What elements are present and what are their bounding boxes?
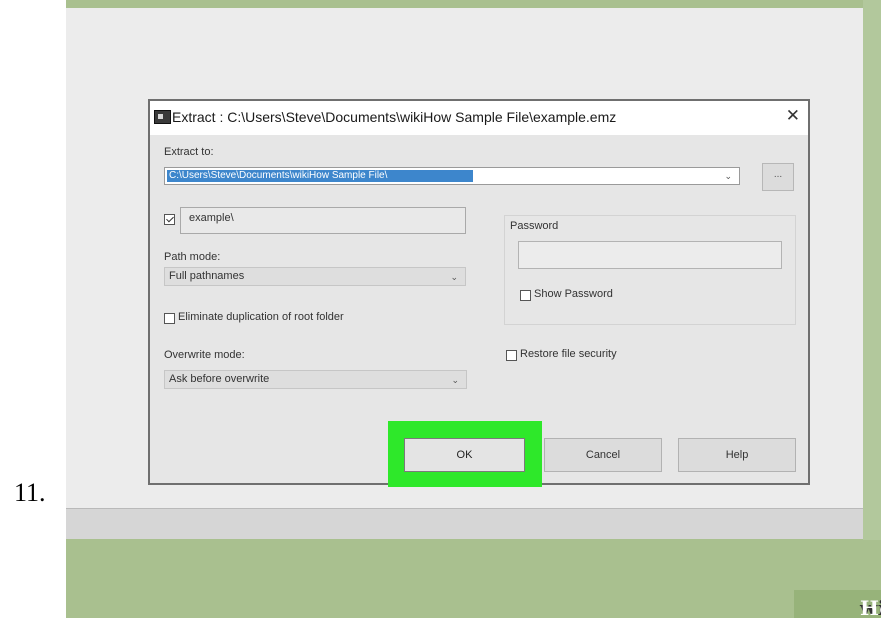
show-password-label[interactable]: Show Password [534, 288, 613, 300]
watermark-how: How [860, 596, 881, 618]
cancel-button[interactable]: Cancel [544, 438, 662, 472]
eliminate-duplication-checkbox[interactable] [164, 313, 175, 324]
path-mode-value: Full pathnames [169, 270, 245, 282]
folder-name-value: example\ [189, 212, 234, 224]
password-label: Password [510, 220, 559, 232]
help-button[interactable]: Help [678, 438, 796, 472]
wikihow-watermark: wikiHow [794, 590, 881, 618]
dialog-titlebar[interactable]: Extract : C:\Users\Steve\Documents\wikiH… [150, 101, 808, 135]
restore-security-label[interactable]: Restore file security [520, 348, 617, 360]
parent-window-edge [863, 0, 881, 540]
restore-security-checkbox[interactable] [506, 350, 517, 361]
overwrite-mode-label: Overwrite mode: [164, 349, 245, 361]
app-icon [154, 110, 171, 124]
close-icon[interactable]: ✕ [786, 106, 800, 126]
extract-to-label: Extract to: [164, 146, 214, 158]
eliminate-duplication-label[interactable]: Eliminate duplication of root folder [178, 311, 344, 323]
parent-window-statusbar [66, 508, 863, 539]
password-field[interactable] [518, 241, 782, 269]
step-number: 11. [14, 478, 46, 507]
overwrite-mode-value: Ask before overwrite [169, 373, 270, 385]
browse-button[interactable]: ... [762, 163, 794, 191]
chevron-down-icon: ⌄ [450, 272, 458, 282]
path-mode-label: Path mode: [164, 251, 221, 263]
overwrite-mode-select[interactable]: Ask before overwrite ⌄ [164, 370, 467, 389]
screen-background: Extract : C:\Users\Steve\Documents\wikiH… [66, 0, 881, 618]
folder-name-checkbox[interactable] [164, 214, 175, 225]
chevron-down-icon[interactable]: ⌄ [724, 171, 732, 182]
chevron-down-icon: ⌄ [451, 375, 459, 385]
dialog-title: Extract : C:\Users\Steve\Documents\wikiH… [172, 109, 617, 125]
extract-to-value: C:\Users\Steve\Documents\wikiHow Sample … [167, 170, 473, 182]
extract-to-combobox[interactable]: C:\Users\Steve\Documents\wikiHow Sample … [164, 167, 740, 185]
extract-dialog: Extract : C:\Users\Steve\Documents\wikiH… [148, 99, 810, 487]
show-password-checkbox[interactable] [520, 290, 531, 301]
folder-name-field[interactable]: example\ [180, 207, 466, 234]
path-mode-select[interactable]: Full pathnames ⌄ [164, 267, 466, 286]
ok-button[interactable]: OK [404, 438, 525, 472]
